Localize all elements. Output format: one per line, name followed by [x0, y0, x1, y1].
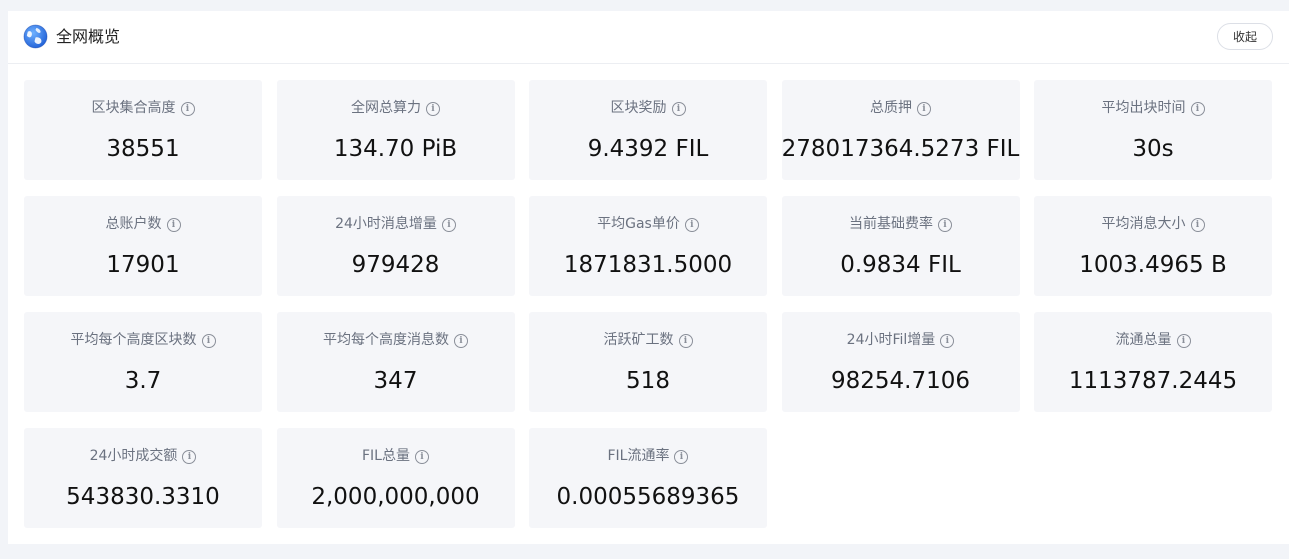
info-icon[interactable]: i: [180, 102, 195, 116]
stat-value: 98254.7106: [830, 368, 970, 394]
stat-card: 流通总量 i 1113787.2445: [1034, 312, 1272, 412]
stat-card: 平均每个高度消息数 i 347: [276, 312, 515, 412]
stat-value: 1003.4965 B: [1079, 252, 1227, 278]
stat-value: 347: [373, 368, 418, 394]
globe-icon: [23, 24, 48, 49]
stat-card: FIL总量 i 2,000,000,000: [276, 428, 515, 528]
stat-label: 当前基础费率 i: [782, 215, 1020, 233]
stat-label: 24小时消息增量 i: [277, 215, 515, 233]
stat-label-text: 平均出块时间: [1101, 100, 1186, 116]
info-icon[interactable]: i: [414, 450, 429, 464]
stat-card: 24小时消息增量 i 979428: [276, 196, 515, 296]
stat-value: 1871831.5000: [563, 252, 733, 278]
stat-label: 活跃矿工数 i: [529, 331, 767, 349]
stat-label: 区块奖励 i: [529, 99, 767, 117]
stat-label: 24小时Fil增量 i: [782, 331, 1020, 349]
stat-label: 24小时成交额 i: [24, 447, 262, 465]
stat-label: 平均消息大小 i: [1034, 215, 1272, 233]
panel-title: 全网概览: [56, 27, 121, 46]
stat-card: 平均Gas单价 i 1871831.5000: [529, 196, 767, 296]
stat-label: 总账户数 i: [24, 215, 262, 233]
info-icon[interactable]: i: [940, 334, 955, 348]
panel-header: 全网概览 收起: [8, 11, 1289, 64]
stat-card: 平均每个高度区块数 i 3.7: [24, 312, 262, 412]
stat-card: 总质押 i 278017364.5273 FIL: [781, 80, 1020, 180]
stat-label-text: 平均Gas单价: [597, 216, 680, 232]
stat-card: FIL流通率 i 0.00055689365: [529, 428, 767, 528]
stat-label-text: 流通总量: [1115, 332, 1172, 348]
stat-value: 0.00055689365: [556, 484, 740, 510]
stat-value: 979428: [351, 252, 440, 278]
stat-label: FIL总量 i: [277, 447, 515, 465]
stat-label-text: 全网总算力: [351, 100, 421, 116]
stat-label-text: 平均每个高度消息数: [323, 332, 449, 348]
info-icon[interactable]: i: [454, 334, 468, 348]
stat-label-text: FIL流通率: [607, 448, 670, 464]
stat-label: 全网总算力 i: [277, 99, 515, 117]
info-icon[interactable]: i: [674, 450, 689, 464]
stat-card: 全网总算力 i 134.70 PiB: [276, 80, 515, 180]
stat-value: 3.7: [124, 368, 162, 394]
stat-label-text: 活跃矿工数: [603, 332, 674, 348]
stat-card: 区块奖励 i 9.4392 FIL: [529, 80, 767, 180]
stat-value: 278017364.5273 FIL: [781, 136, 1020, 162]
stat-card: 24小时成交额 i 543830.3310: [24, 428, 262, 528]
info-icon[interactable]: i: [684, 218, 699, 232]
info-icon[interactable]: i: [671, 102, 686, 116]
stat-card: 平均出块时间 i 30s: [1034, 80, 1272, 180]
stat-value: 543830.3310: [66, 484, 220, 510]
info-icon[interactable]: i: [678, 334, 693, 348]
stat-value: 38551: [106, 136, 180, 162]
stat-label: 平均出块时间 i: [1034, 99, 1272, 117]
info-icon[interactable]: i: [1190, 102, 1205, 116]
stat-card: 活跃矿工数 i 518: [529, 312, 767, 412]
stat-label-text: 区块集合高度: [91, 100, 176, 116]
info-icon[interactable]: i: [441, 218, 456, 232]
stat-label: 平均Gas单价 i: [529, 215, 767, 233]
info-icon[interactable]: i: [201, 334, 216, 348]
info-icon[interactable]: i: [1190, 218, 1205, 232]
stat-label-text: 24小时消息增量: [335, 216, 437, 232]
stat-label: 平均每个高度消息数 i: [277, 331, 515, 349]
stat-card: 总账户数 i 17901: [24, 196, 262, 296]
info-icon[interactable]: i: [938, 218, 952, 232]
network-overview-panel: 全网概览 收起 区块集合高度 i 38551 全网总算力 i 134.70 PiB 区块奖励…: [8, 11, 1289, 544]
stat-label-text: 总账户数: [105, 216, 162, 232]
info-icon[interactable]: i: [917, 102, 931, 116]
stat-label: FIL流通率 i: [529, 447, 767, 465]
stat-label-text: 平均消息大小: [1101, 216, 1186, 232]
stat-card: 区块集合高度 i 38551: [24, 80, 262, 180]
stat-label: 总质押 i: [782, 99, 1020, 117]
stat-label-text: 24小时Fil增量: [846, 332, 936, 348]
stat-label-text: 总质押: [870, 100, 912, 116]
stat-label-text: 区块奖励: [610, 100, 667, 116]
stat-value: 17901: [106, 252, 180, 278]
stat-card: 平均消息大小 i 1003.4965 B: [1034, 196, 1272, 296]
stat-value: 0.9834 FIL: [840, 252, 961, 278]
stat-value: 134.70 PiB: [333, 136, 458, 162]
stat-label-text: 24小时成交额: [89, 448, 178, 464]
info-icon[interactable]: i: [426, 102, 440, 116]
stat-value: 1113787.2445: [1068, 368, 1238, 394]
stat-value: 2,000,000,000: [311, 484, 480, 510]
stat-label: 平均每个高度区块数 i: [24, 331, 262, 349]
stat-card: 当前基础费率 i 0.9834 FIL: [781, 196, 1020, 296]
stat-value: 30s: [1132, 136, 1174, 162]
stat-label-text: 平均每个高度区块数: [70, 332, 197, 348]
collapse-button[interactable]: 收起: [1217, 23, 1273, 50]
stat-label: 流通总量 i: [1034, 331, 1272, 349]
info-icon[interactable]: i: [166, 218, 181, 232]
info-icon[interactable]: i: [1176, 334, 1191, 348]
stats-grid: 区块集合高度 i 38551 全网总算力 i 134.70 PiB 区块奖励 i 9.4392 …: [24, 80, 1272, 528]
stat-label-text: FIL总量: [362, 448, 410, 464]
stat-card: 24小时Fil增量 i 98254.7106: [781, 312, 1020, 412]
stat-label: 区块集合高度 i: [24, 99, 262, 117]
stat-label-text: 当前基础费率: [849, 216, 933, 232]
stat-value: 518: [626, 368, 670, 394]
stat-value: 9.4392 FIL: [587, 136, 709, 162]
info-icon[interactable]: i: [182, 450, 197, 464]
